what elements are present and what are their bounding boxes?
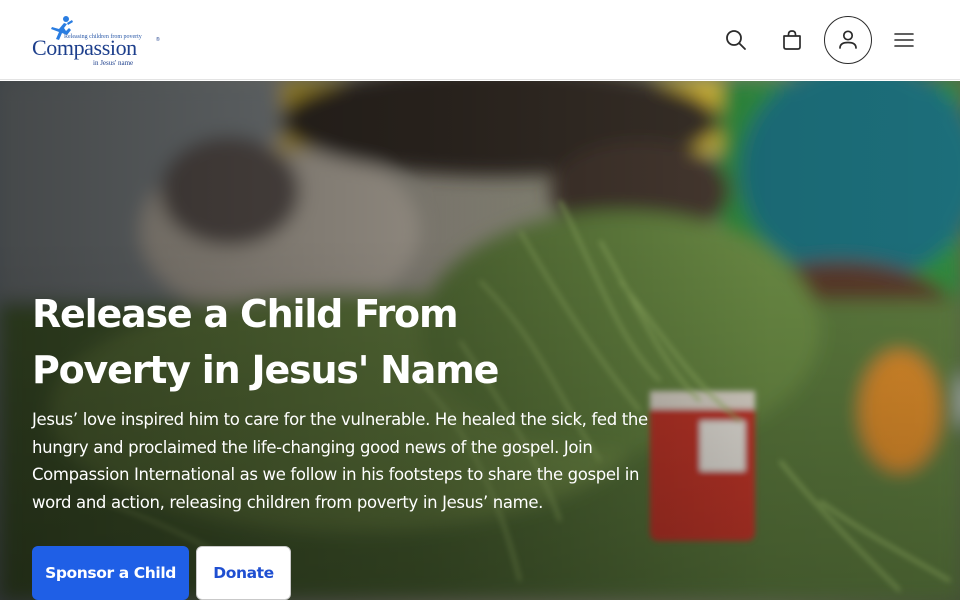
logo-wordmark: Compassion [32, 34, 137, 60]
bag-icon [783, 29, 801, 50]
site-header: Releasing children from poverty Compassi… [0, 0, 960, 80]
user-icon [839, 29, 857, 49]
hero-content: Release a Child From Poverty in Jesus' N… [32, 286, 672, 516]
hero-title: Release a Child From Poverty in Jesus' N… [32, 292, 499, 392]
donate-button[interactable]: Donate [196, 546, 291, 600]
hero-actions: Sponsor a Child Donate [32, 546, 291, 600]
search-button[interactable] [712, 16, 760, 64]
cart-button[interactable] [768, 16, 816, 64]
hero-description: Jesus’ love inspired him to care for the… [32, 410, 648, 512]
menu-button[interactable] [880, 16, 928, 64]
hero-section: Release a Child From Poverty in Jesus' N… [0, 81, 960, 600]
logo-registered-mark: ® [156, 36, 160, 43]
compassion-logo[interactable]: Releasing children from poverty Compassi… [32, 15, 162, 67]
menu-icon [894, 32, 914, 47]
account-button[interactable] [824, 15, 872, 64]
header-actions [704, 15, 928, 64]
logo-subline: in Jesus' name [93, 58, 134, 67]
search-icon [726, 29, 746, 50]
sponsor-a-child-button[interactable]: Sponsor a Child [32, 546, 189, 600]
